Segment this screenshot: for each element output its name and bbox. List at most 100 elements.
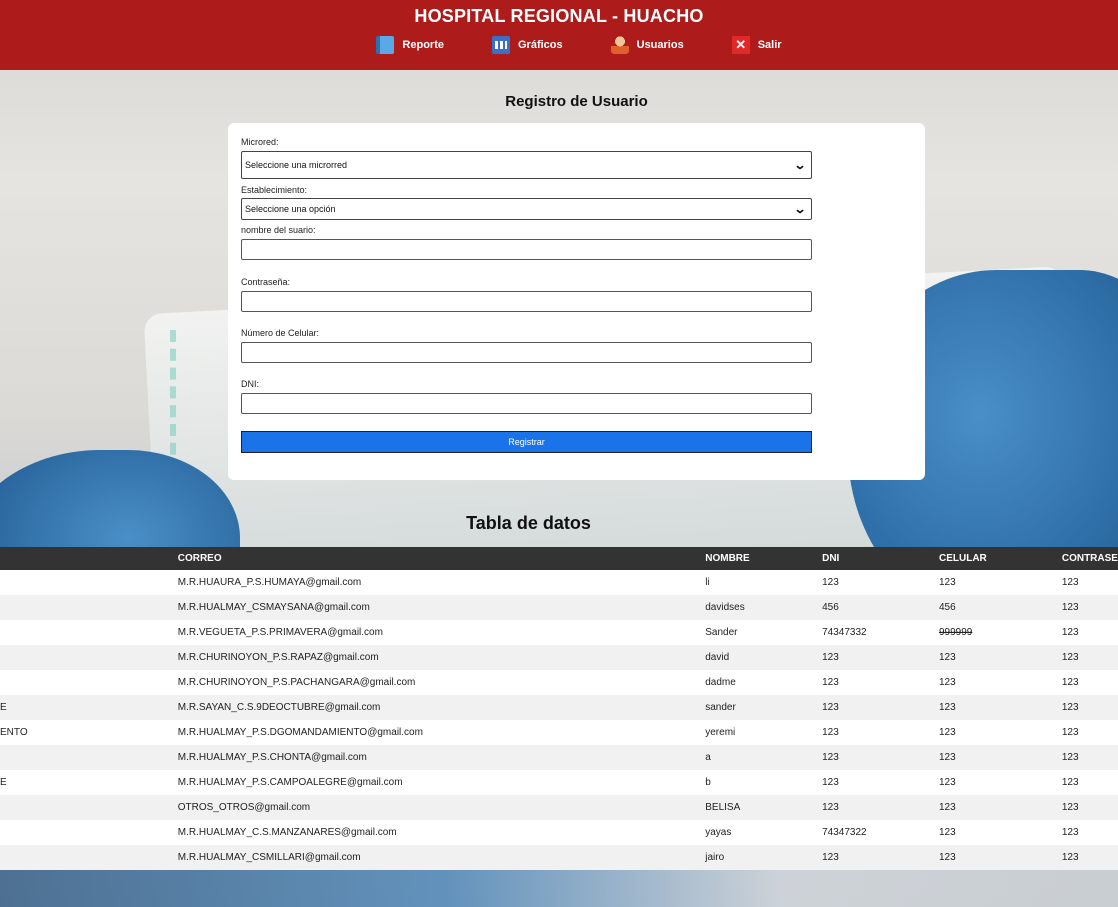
- register-button[interactable]: Registrar: [241, 431, 812, 453]
- table-cell: 123: [1061, 677, 1079, 688]
- table-cell: M.R.VEGUETA_P.S.PRIMAVERA@gmail.com: [177, 627, 383, 638]
- column-header: CELULAR: [938, 553, 987, 564]
- chart-icon: [491, 36, 510, 54]
- table-cell: 123: [1061, 577, 1079, 588]
- column-header: NOMBRE: [705, 553, 750, 564]
- table-cell: M.R.HUALMAY_P.S.CHONTA@gmail.com: [177, 752, 367, 763]
- chevron-down-icon: ⌄: [793, 158, 807, 172]
- table-cell: 123: [1061, 702, 1079, 713]
- table-row: E M.R.HUALMAY_P.S.CAMPOALEGRE@gmail.com b 1…: [0, 770, 1118, 795]
- table-cell: david: [705, 652, 730, 663]
- table-cell: 123: [822, 677, 839, 688]
- table-cell: 74347332: [822, 627, 867, 638]
- table-cell: 123: [1061, 752, 1079, 763]
- celular-label: Número de Celular:: [241, 328, 320, 338]
- establecimiento-select-value: Seleccione una opción: [245, 204, 336, 214]
- column-header: CONTRASE: [1061, 553, 1118, 564]
- microred-label: Microred:: [241, 137, 279, 147]
- table-row: OTROS_OTROS@gmail.com BELISA 123 123 123: [0, 795, 1118, 820]
- table-row: M.R.HUAURA_P.S.HUMAYA@gmail.com li 123 123 1…: [0, 570, 1118, 595]
- table-cell: 123: [1061, 827, 1079, 838]
- table-cell: 123: [1061, 852, 1079, 863]
- dni-input[interactable]: [241, 393, 812, 414]
- table-row: M.R.HUALMAY_P.S.CHONTA@gmail.com a 123 123 1…: [0, 745, 1118, 770]
- table-cell: ENTO: [0, 727, 28, 738]
- table-cell: M.R.HUALMAY_P.S.DGOMANDAMIENTO@gmail.com: [177, 727, 423, 738]
- table-cell: a: [705, 752, 711, 763]
- form-title: Registro de Usuario: [505, 93, 648, 110]
- password-input[interactable]: [241, 291, 812, 312]
- table-cell: [0, 570, 178, 595]
- establecimiento-select[interactable]: Seleccione una opción ⌄: [241, 198, 812, 220]
- table-cell: li: [705, 577, 710, 588]
- table-cell: [0, 595, 178, 620]
- table-row: M.R.HUALMAY_C.S.MANZANARES@gmail.com yaya…: [0, 820, 1118, 845]
- table-cell: 456: [938, 602, 956, 613]
- table-cell: M.R.HUALMAY_CSMAYSANA@gmail.com: [177, 602, 370, 613]
- table-row: E M.R.SAYAN_C.S.9DEOCTUBRE@gmail.com sande…: [0, 695, 1118, 720]
- table-cell: 123: [938, 577, 956, 588]
- table-cell: 123: [938, 702, 956, 713]
- table-row: ENTO M.R.HUALMAY_P.S.DGOMANDAMIENTO@gmail…: [0, 720, 1118, 745]
- table-row: M.R.HUALMAY_CSMILLARI@gmail.com jairo 123 1…: [0, 845, 1118, 870]
- microred-select-value: Seleccione una microrred: [245, 160, 348, 170]
- microred-select[interactable]: Seleccione una microrred ⌄: [241, 151, 812, 179]
- usuario-input[interactable]: [241, 239, 812, 260]
- table-cell: 123: [1061, 802, 1079, 813]
- password-label: Contraseña:: [241, 277, 291, 287]
- celular-input[interactable]: [241, 342, 812, 363]
- table-cell: 123: [938, 727, 956, 738]
- table-cell: M.R.SAYAN_C.S.9DEOCTUBRE@gmail.com: [177, 702, 381, 713]
- table-cell: 123: [938, 752, 956, 763]
- table-cell: OTROS_OTROS@gmail.com: [177, 802, 311, 813]
- table-cell: 999999: [938, 627, 973, 638]
- table-cell: jairo: [705, 852, 725, 863]
- exit-icon: ✕: [731, 36, 750, 54]
- table-cell: M.R.HUALMAY_P.S.CAMPOALEGRE@gmail.com: [177, 777, 403, 788]
- table-cell: 123: [938, 652, 956, 663]
- column-header: CORREO: [177, 553, 222, 564]
- main-nav: Reporte Gráficos Usuarios ✕ Salir: [0, 36, 1118, 54]
- table-cell: BELISA: [705, 802, 741, 813]
- table-cell: 123: [1061, 602, 1079, 613]
- establecimiento-label: Establecimiento:: [241, 185, 308, 195]
- table-cell: 123: [822, 777, 839, 788]
- table-cell: E: [0, 777, 7, 788]
- table-cell: 123: [938, 802, 956, 813]
- nav-item-graficos[interactable]: Gráficos: [491, 36, 563, 54]
- table-cell: 123: [1061, 777, 1079, 788]
- table-cell: [0, 845, 178, 870]
- table-cell: M.R.HUALMAY_CSMILLARI@gmail.com: [177, 852, 361, 863]
- table-title: Tabla de datos: [466, 513, 591, 533]
- table-cell: sander: [705, 702, 736, 713]
- table-cell: 123: [938, 827, 956, 838]
- table-cell: 123: [938, 852, 956, 863]
- table-cell: [0, 795, 178, 820]
- nav-item-salir[interactable]: ✕ Salir: [731, 36, 782, 54]
- table-row: M.R.VEGUETA_P.S.PRIMAVERA@gmail.com Sande…: [0, 620, 1118, 645]
- table-cell: 123: [822, 652, 839, 663]
- table-cell: 123: [822, 852, 839, 863]
- top-header: HOSPITAL REGIONAL - HUACHO Reporte Gráfi…: [0, 0, 1118, 70]
- table-cell: [0, 620, 178, 645]
- table-cell: 123: [1061, 627, 1079, 638]
- table-cell: 456: [822, 602, 839, 613]
- table-cell: M.R.CHURINOYON_P.S.PACHANGARA@gmail.com: [177, 677, 416, 688]
- users-table: CORREO NOMBRE DNI CELULAR CONTRASE M.R.H…: [0, 547, 1118, 870]
- table-cell: b: [705, 777, 711, 788]
- table-row: M.R.CHURINOYON_P.S.PACHANGARA@gmail.com d…: [0, 670, 1118, 695]
- usuario-label: nombre del suario:: [241, 225, 316, 235]
- table-cell: davidses: [705, 602, 745, 613]
- table-cell: M.R.HUALMAY_C.S.MANZANARES@gmail.com: [177, 827, 397, 838]
- table-cell: E: [0, 702, 7, 713]
- table-cell: [0, 670, 178, 695]
- table-cell: 123: [822, 727, 839, 738]
- table-cell: 123: [938, 777, 956, 788]
- nav-item-reporte[interactable]: Reporte: [376, 36, 444, 54]
- table-cell: yeremi: [705, 727, 736, 738]
- report-icon: [376, 36, 395, 54]
- registration-form: Microred: Seleccione una microrred ⌄ Est…: [228, 123, 925, 480]
- nav-item-usuarios[interactable]: Usuarios: [610, 36, 684, 54]
- table-cell: Sander: [705, 627, 738, 638]
- nav-label: Usuarios: [636, 39, 684, 51]
